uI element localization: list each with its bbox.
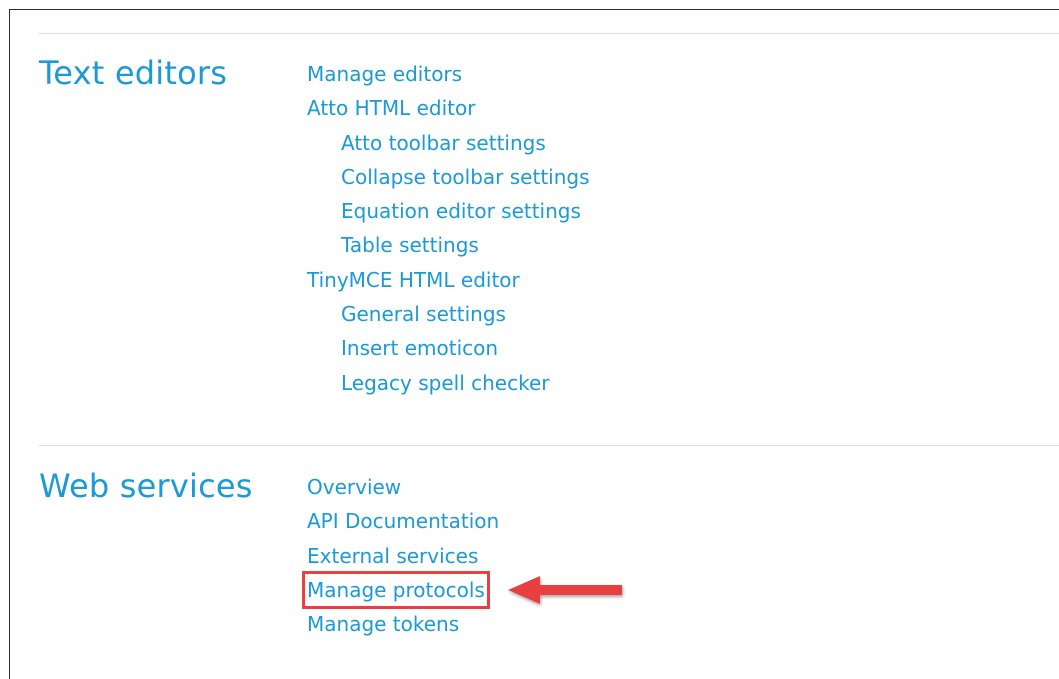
link-atto-toolbar-settings[interactable]: Atto toolbar settings [307,129,590,163]
link-general-settings[interactable]: General settings [307,300,590,334]
link-api-documentation[interactable]: API Documentation [307,507,499,541]
link-external-services[interactable]: External services [307,542,499,576]
link-manage-editors[interactable]: Manage editors [307,60,590,94]
link-label[interactable]: General settings [341,302,506,326]
link-equation-editor-settings[interactable]: Equation editor settings [307,197,590,231]
highlight-box[interactable]: Manage protocols [302,570,490,609]
link-insert-emoticon[interactable]: Insert emoticon [307,334,590,368]
link-tinymce-html-editor[interactable]: TinyMCE HTML editor [307,266,590,300]
section-title-web-services: Web services [39,467,253,505]
arrow-left-icon [508,576,622,604]
link-label[interactable]: Equation editor settings [341,199,581,223]
link-label[interactable]: Atto HTML editor [307,96,475,120]
link-label[interactable]: Overview [307,475,401,499]
section-divider [39,33,1059,34]
link-overview[interactable]: Overview [307,473,499,507]
link-label[interactable]: API Documentation [307,509,499,533]
link-manage-tokens[interactable]: Manage tokens [307,610,499,644]
link-label[interactable]: Table settings [341,233,479,257]
section-divider [39,445,1059,446]
link-legacy-spell-checker[interactable]: Legacy spell checker [307,369,590,403]
link-label[interactable]: TinyMCE HTML editor [307,268,520,292]
link-label[interactable]: Manage editors [307,62,462,86]
link-label[interactable]: Collapse toolbar settings [341,165,590,189]
link-table-settings[interactable]: Table settings [307,231,590,265]
link-atto-html-editor[interactable]: Atto HTML editor [307,94,590,128]
link-collapse-toolbar-settings[interactable]: Collapse toolbar settings [307,163,590,197]
link-label[interactable]: Insert emoticon [341,336,498,360]
link-manage-protocols[interactable]: Manage protocols [302,570,499,610]
web-services-links: Overview API Documentation External serv… [302,473,499,644]
text-editors-links: Manage editors Atto HTML editor Atto too… [307,60,590,403]
link-label[interactable]: Manage tokens [307,612,459,636]
link-label[interactable]: Atto toolbar settings [341,131,546,155]
section-title-text-editors: Text editors [39,54,228,92]
link-label[interactable]: External services [307,544,478,568]
link-label[interactable]: Legacy spell checker [341,371,550,395]
